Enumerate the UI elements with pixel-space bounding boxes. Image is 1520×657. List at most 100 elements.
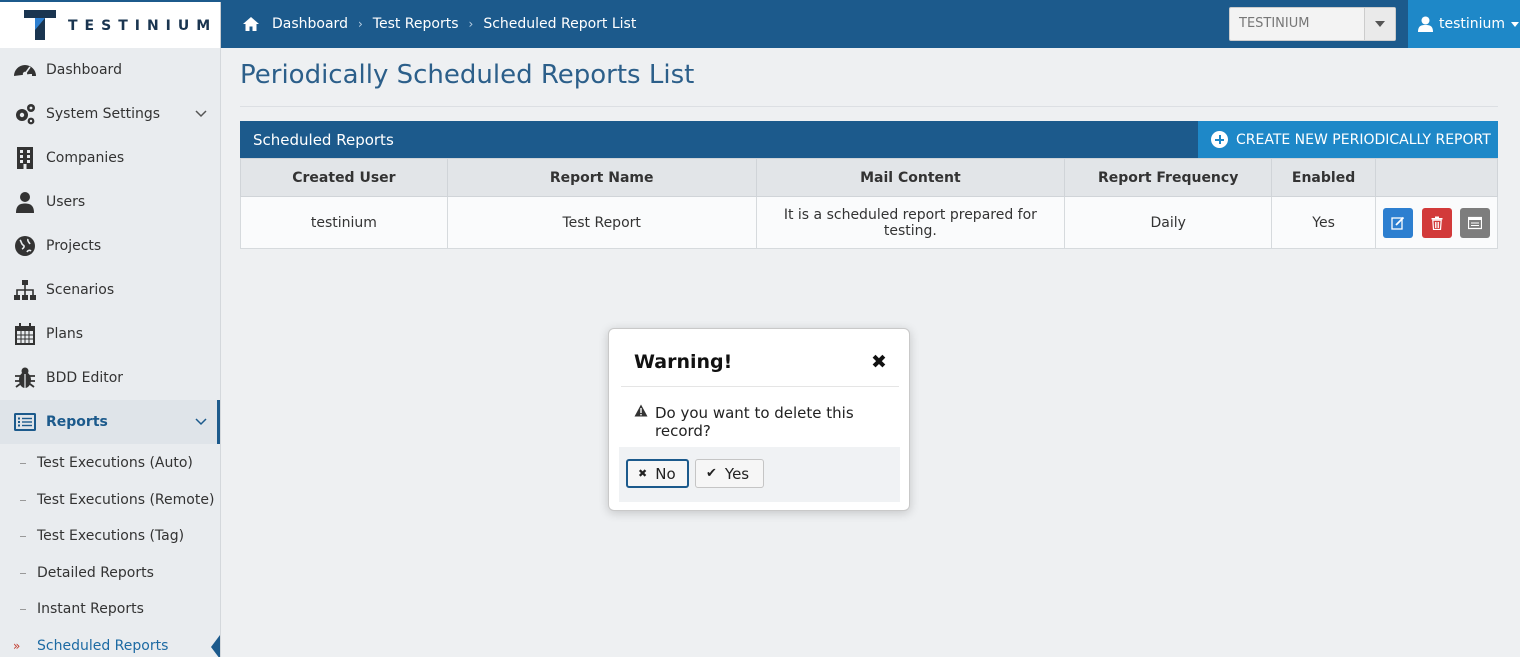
- sidebar-item-label: Scenarios: [46, 282, 115, 298]
- close-icon[interactable]: ✖: [871, 351, 887, 373]
- yes-button-label: Yes: [724, 464, 750, 483]
- breadcrumb: Dashboard › Test Reports › Scheduled Rep…: [242, 0, 636, 48]
- create-report-label: CREATE NEW PERIODICALLY REPORT: [1236, 131, 1491, 148]
- create-report-button[interactable]: CREATE NEW PERIODICALLY REPORT: [1198, 121, 1498, 158]
- sidebar-item-bdd-editor[interactable]: BDD Editor: [0, 356, 220, 400]
- breadcrumb-test-reports[interactable]: Test Reports: [373, 16, 459, 32]
- cell-mail-content: It is a scheduled report prepared for te…: [755, 196, 1066, 249]
- window-icon: [1467, 216, 1482, 229]
- sidebar-subitem-test-executions-tag[interactable]: Test Executions (Tag): [0, 519, 220, 555]
- globe-icon: [15, 236, 35, 256]
- sidebar-subitem-test-executions-auto[interactable]: Test Executions (Auto): [0, 446, 220, 482]
- sidebar-item-label: Plans: [46, 326, 84, 342]
- sidebar-item-system-settings[interactable]: System Settings: [0, 92, 220, 136]
- dialog-footer: ✖ No ✔ Yes: [619, 447, 900, 502]
- trash-icon: [1431, 216, 1443, 230]
- company-select[interactable]: TESTINIUM: [1229, 7, 1396, 41]
- active-pointer: [211, 635, 220, 657]
- column-header[interactable]: Report Name: [446, 158, 757, 197]
- building-icon: [17, 147, 33, 169]
- dialog-title: Warning!: [634, 351, 733, 373]
- chevron-down-icon: [195, 110, 207, 118]
- company-select-value: TESTINIUM: [1239, 16, 1310, 31]
- sidebar-item-projects[interactable]: Projects: [0, 224, 220, 268]
- panel-title: Scheduled Reports: [253, 131, 394, 149]
- user-menu[interactable]: testinium: [1408, 0, 1520, 48]
- sidebar-item-label: Reports: [46, 414, 108, 430]
- company-select-toggle[interactable]: [1364, 8, 1395, 40]
- sidebar-item-companies[interactable]: Companies: [0, 136, 220, 180]
- sidebar-subitem-detailed-reports[interactable]: Detailed Reports: [0, 556, 220, 592]
- plus-circle-icon: [1211, 131, 1228, 148]
- sidebar-subitem-label: Test Executions (Tag): [37, 528, 185, 544]
- close-icon: ✖: [638, 467, 648, 480]
- sidebar-item-scenarios[interactable]: Scenarios: [0, 268, 220, 312]
- cell-enabled: Yes: [1271, 196, 1377, 249]
- home-icon[interactable]: [242, 16, 260, 32]
- tree-line: [20, 500, 26, 501]
- cell-created-user: testinium: [240, 196, 448, 249]
- table-row: testinium Test Report It is a scheduled …: [240, 196, 1498, 249]
- sidebar-item-label: Projects: [46, 238, 102, 254]
- tree-line: [20, 463, 26, 464]
- tree-line: [20, 573, 26, 574]
- divider: [621, 386, 899, 387]
- table-header-row: Created User Report Name Mail Content Re…: [240, 158, 1498, 197]
- column-header[interactable]: Report Frequency: [1064, 158, 1273, 197]
- column-header[interactable]: Mail Content: [755, 158, 1066, 197]
- sidebar-item-label: Companies: [46, 150, 125, 166]
- sidebar-item-label: Dashboard: [46, 62, 122, 78]
- sitemap-icon: [14, 280, 36, 300]
- sidebar-subitem-instant-reports[interactable]: Instant Reports: [0, 592, 220, 628]
- edit-icon: [1391, 216, 1405, 230]
- sidebar-item-label: BDD Editor: [46, 370, 124, 386]
- edit-button[interactable]: [1383, 207, 1414, 238]
- divider: [240, 106, 1498, 107]
- user-icon: [16, 192, 34, 213]
- breadcrumb-current: Scheduled Report List: [483, 16, 637, 32]
- sidebar-subitem-label: Instant Reports: [37, 601, 144, 617]
- user-menu-label: testinium: [1439, 16, 1506, 32]
- list-icon: [14, 413, 36, 431]
- calendar-icon: [15, 323, 35, 345]
- sidebar-item-label: Users: [46, 194, 86, 210]
- sidebar-item-users[interactable]: Users: [0, 180, 220, 224]
- sidebar-subitem-test-executions-remote[interactable]: Test Executions (Remote): [0, 483, 220, 519]
- no-button[interactable]: ✖ No: [626, 459, 689, 488]
- view-button[interactable]: [1459, 207, 1490, 238]
- bug-icon: [15, 367, 35, 388]
- chevron-down-icon: [195, 418, 207, 426]
- sidebar-subitem-scheduled-reports[interactable]: » Scheduled Reports: [0, 629, 220, 657]
- column-header: [1375, 158, 1498, 197]
- sidebar-item-reports[interactable]: Reports: [0, 400, 220, 444]
- page-title: Periodically Scheduled Reports List: [240, 60, 695, 90]
- breadcrumb-separator: ›: [468, 17, 474, 31]
- no-button-label: No: [655, 464, 676, 483]
- cell-report-name: Test Report: [446, 196, 757, 249]
- sidebar: Dashboard System Settings Companies User…: [0, 48, 221, 657]
- cell-actions: [1375, 196, 1498, 249]
- dashboard-icon: [14, 65, 36, 77]
- double-chevron-right-icon: »: [13, 639, 21, 653]
- sidebar-item-plans[interactable]: Plans: [0, 312, 220, 356]
- brand-logo[interactable]: TESTINIUM: [0, 2, 221, 48]
- caret-down-icon: [1511, 21, 1520, 27]
- column-header[interactable]: Enabled: [1271, 158, 1377, 197]
- delete-button[interactable]: [1421, 207, 1452, 238]
- dialog-message: Do you want to delete this record?: [655, 404, 854, 440]
- top-bar: TESTINIUM Dashboard › Test Reports › Sch…: [0, 0, 1520, 48]
- sidebar-item-label: System Settings: [46, 106, 161, 122]
- gears-icon: [16, 104, 35, 125]
- warning-icon: [634, 404, 648, 417]
- cell-report-frequency: Daily: [1064, 196, 1273, 249]
- breadcrumb-dashboard[interactable]: Dashboard: [272, 16, 348, 32]
- sidebar-item-dashboard[interactable]: Dashboard: [0, 48, 220, 92]
- column-header[interactable]: Created User: [240, 158, 448, 197]
- confirm-delete-dialog: Warning! ✖ Do you want to delete this re…: [608, 328, 910, 511]
- brand-name: TESTINIUM: [68, 18, 218, 34]
- breadcrumb-separator: ›: [357, 17, 363, 31]
- yes-button[interactable]: ✔ Yes: [695, 459, 764, 488]
- scheduled-reports-table: Created User Report Name Mail Content Re…: [240, 158, 1498, 249]
- check-icon: ✔: [706, 466, 717, 481]
- caret-down-icon: [1375, 21, 1385, 27]
